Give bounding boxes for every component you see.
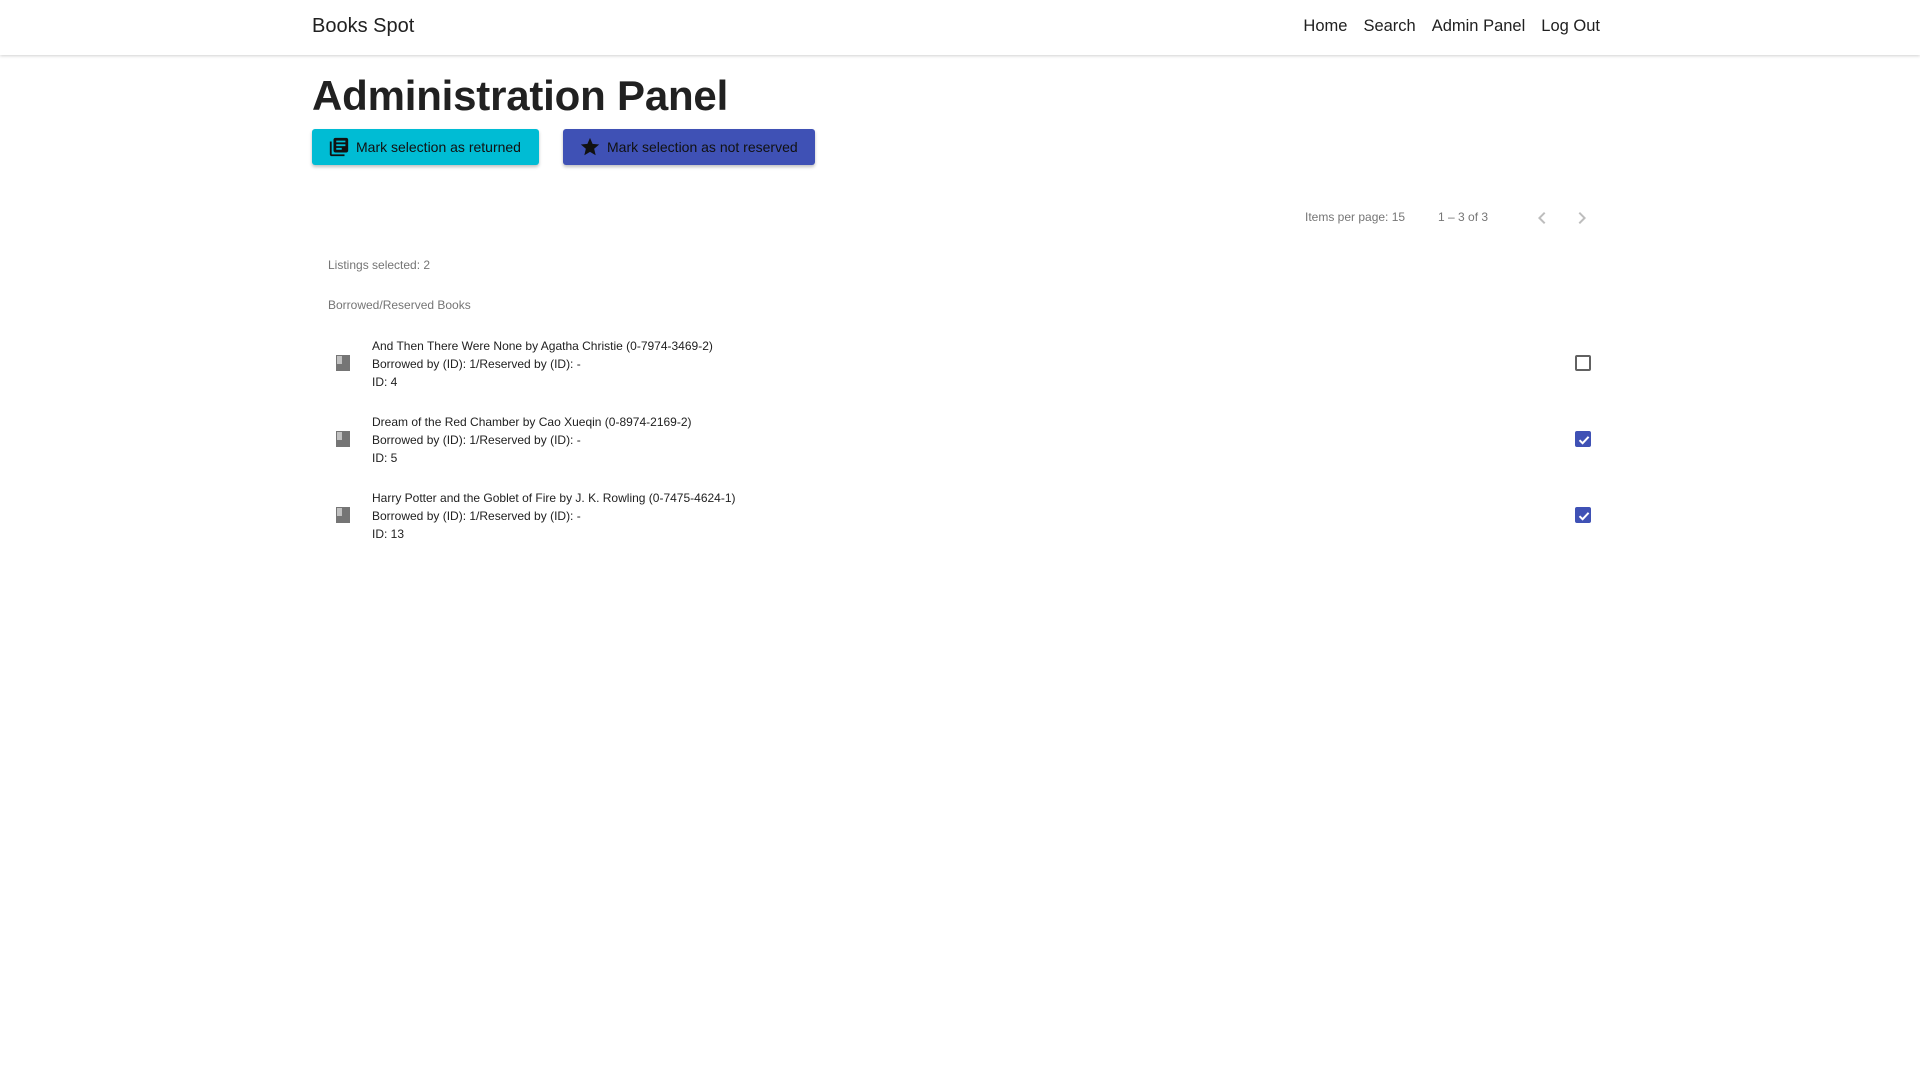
mark-returned-label: Mark selection as returned [356,139,521,155]
top-navbar: Books Spot Home Search Admin Panel Log O… [0,0,1920,55]
book-list: And Then There Were None by Agatha Chris… [312,333,1608,561]
book-title: Dream of the Red Chamber by Cao Xueqin (… [372,415,692,429]
mark-not-reserved-button[interactable]: Mark selection as not reserved [563,129,815,165]
chevron-left-icon [1538,212,1546,224]
page-title: Administration Panel [312,72,729,119]
book-id: ID: 13 [372,527,405,541]
star-icon [580,137,600,156]
library-books-icon [329,137,349,157]
nav-link-admin-panel[interactable]: Admin Panel [1432,17,1526,36]
listings-selected-count: Listings selected: 2 [328,258,431,272]
chevron-right-icon [1578,212,1586,224]
book-status: Borrowed by (ID): 1/Reserved by (ID): - [372,433,581,447]
paginator: Items per page: 15 1 – 3 of 3 [1305,206,1605,230]
book-details: And Then There Were None by Agatha Chris… [372,337,713,391]
select-checkbox[interactable] [1575,355,1591,371]
book-status: Borrowed by (ID): 1/Reserved by (ID): - [372,509,581,523]
nav-link-search[interactable]: Search [1363,17,1415,36]
previous-page-button[interactable] [1530,206,1554,233]
book-icon [336,431,350,452]
check-icon [1578,436,1590,445]
book-title: And Then There Were None by Agatha Chris… [372,339,713,353]
book-details: Harry Potter and the Goblet of Fire by J… [372,489,736,543]
check-icon [1578,512,1590,521]
list-item[interactable]: Harry Potter and the Goblet of Fire by J… [312,485,1608,561]
nav-link-log-out[interactable]: Log Out [1541,17,1600,36]
book-icon [336,355,350,376]
mark-not-reserved-label: Mark selection as not reserved [607,139,798,155]
mark-returned-button[interactable]: Mark selection as returned [312,129,539,165]
nav-links: Home Search Admin Panel Log Out [1303,17,1600,36]
list-subheader: Borrowed/Reserved Books [328,298,471,312]
list-item[interactable]: And Then There Were None by Agatha Chris… [312,333,1608,409]
book-status: Borrowed by (ID): 1/Reserved by (ID): - [372,357,581,371]
book-title: Harry Potter and the Goblet of Fire by J… [372,491,736,505]
brand-title[interactable]: Books Spot [312,15,414,38]
nav-link-home[interactable]: Home [1303,17,1347,36]
book-id: ID: 4 [372,375,398,389]
list-item[interactable]: Dream of the Red Chamber by Cao Xueqin (… [312,409,1608,485]
book-icon [336,507,350,528]
select-checkbox[interactable] [1575,507,1591,523]
next-page-button[interactable] [1570,206,1594,233]
paginator-range-label: 1 – 3 of 3 [1438,210,1489,224]
book-details: Dream of the Red Chamber by Cao Xueqin (… [372,413,692,467]
book-id: ID: 5 [372,451,398,465]
select-checkbox[interactable] [1575,431,1591,447]
items-per-page-label[interactable]: Items per page: 15 [1305,210,1405,224]
